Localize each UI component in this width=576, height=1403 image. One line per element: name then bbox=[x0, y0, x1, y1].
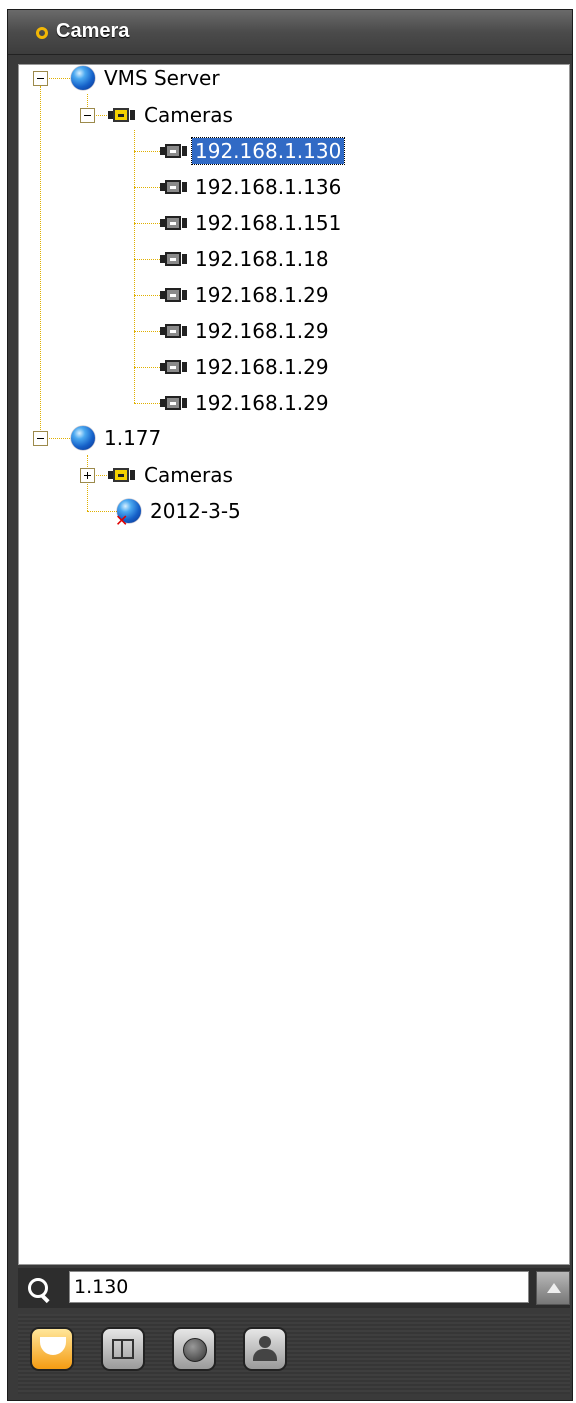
camera-label: 192.168.1.18 bbox=[195, 247, 329, 271]
search-bar bbox=[18, 1268, 570, 1308]
camera-icon bbox=[157, 142, 191, 160]
user-icon bbox=[253, 1336, 277, 1361]
map-button[interactable] bbox=[172, 1327, 216, 1371]
scroll-up-button[interactable] bbox=[536, 1271, 570, 1305]
tree-node-camera[interactable]: 192.168.1.18 bbox=[157, 244, 332, 274]
tree-node-server[interactable]: 1.177 bbox=[71, 423, 164, 453]
camera-icon bbox=[157, 178, 191, 196]
tree-node-camera[interactable]: 192.168.1.136 bbox=[157, 172, 344, 202]
tree-line bbox=[134, 130, 135, 403]
camera-label: 192.168.1.29 bbox=[195, 319, 329, 343]
camera-label: 192.168.1.151 bbox=[195, 211, 342, 235]
tree-node-camera-folder[interactable]: Cameras bbox=[105, 100, 236, 130]
folder-label: Cameras bbox=[144, 103, 233, 127]
camera-icon bbox=[157, 322, 191, 340]
tree-line bbox=[87, 511, 117, 512]
tree-node-camera[interactable]: 192.168.1.29 bbox=[157, 280, 332, 310]
tree-node-camera[interactable]: 192.168.1.29 bbox=[157, 316, 332, 346]
camera-label: 192.168.1.136 bbox=[195, 175, 342, 199]
camera-label: 192.168.1.130 bbox=[190, 137, 346, 165]
tree-node-server[interactable]: VMS Server bbox=[71, 65, 223, 93]
camera-panel: Camera VMS Server Cameras 192.168.1.130 … bbox=[7, 9, 573, 1401]
layout-icon bbox=[112, 1339, 134, 1359]
user-button[interactable] bbox=[243, 1327, 287, 1371]
camera-icon bbox=[157, 286, 191, 304]
tree-node-camera[interactable]: 192.168.1.151 bbox=[157, 208, 344, 238]
folder-label: Cameras bbox=[144, 463, 233, 487]
layout-button[interactable] bbox=[101, 1327, 145, 1371]
server-globe-icon bbox=[71, 426, 95, 450]
panel-header: Camera bbox=[8, 10, 572, 55]
tree-node-camera[interactable]: 192.168.1.29 bbox=[157, 352, 332, 382]
panel-title: Camera bbox=[56, 20, 130, 42]
server-globe-icon bbox=[71, 66, 95, 90]
camera-folder-icon bbox=[105, 466, 139, 484]
server-label: VMS Server bbox=[104, 66, 220, 90]
window: Camera VMS Server Cameras 192.168.1.130 … bbox=[0, 0, 576, 1403]
dome-camera-button[interactable] bbox=[30, 1327, 74, 1371]
camera-folder-icon bbox=[105, 106, 139, 124]
dome-camera-icon bbox=[40, 1337, 66, 1355]
camera-label: 192.168.1.29 bbox=[195, 391, 329, 415]
search-input[interactable] bbox=[69, 1271, 529, 1303]
bottom-toolbar bbox=[18, 1314, 570, 1394]
device-tree[interactable]: VMS Server Cameras 192.168.1.130 192.168… bbox=[18, 64, 570, 1265]
camera-icon bbox=[157, 394, 191, 412]
tree-line bbox=[87, 455, 88, 511]
camera-icon bbox=[157, 214, 191, 232]
camera-label: 192.168.1.29 bbox=[195, 355, 329, 379]
tree-node-camera[interactable]: 192.168.1.130 bbox=[157, 136, 346, 166]
camera-icon bbox=[157, 358, 191, 376]
header-bullet-icon bbox=[36, 27, 48, 39]
tree-line bbox=[40, 86, 41, 442]
server-label: 2012-3-5 bbox=[150, 499, 241, 523]
expand-toggle[interactable] bbox=[80, 468, 95, 483]
map-globe-icon bbox=[183, 1338, 207, 1362]
offline-server-icon: ✕ bbox=[115, 499, 141, 529]
server-label: 1.177 bbox=[104, 426, 162, 450]
camera-icon bbox=[157, 250, 191, 268]
search-icon[interactable] bbox=[28, 1278, 48, 1298]
camera-label: 192.168.1.29 bbox=[195, 283, 329, 307]
collapse-toggle[interactable] bbox=[33, 431, 48, 446]
tree-node-camera-folder[interactable]: Cameras bbox=[105, 460, 236, 490]
tree-node-offline-server[interactable]: ✕ 2012-3-5 bbox=[115, 496, 244, 529]
collapse-toggle[interactable] bbox=[33, 71, 48, 86]
tree-node-camera[interactable]: 192.168.1.29 bbox=[157, 388, 332, 418]
collapse-toggle[interactable] bbox=[80, 108, 95, 123]
